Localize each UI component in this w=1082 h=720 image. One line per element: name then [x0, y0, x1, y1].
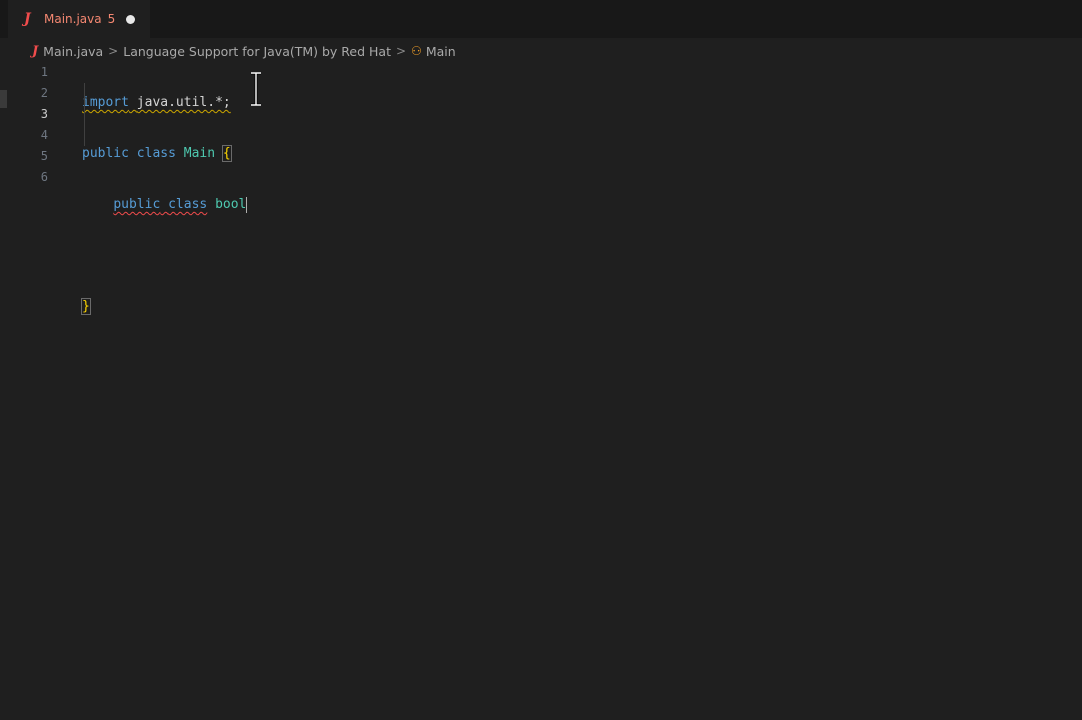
keyword-public: public — [113, 197, 161, 212]
tab-main-java[interactable]: J Main.java 5 — [8, 0, 150, 38]
code-area[interactable]: import java.util.*; public class Main { … — [81, 62, 248, 398]
keyword-class: class — [136, 146, 176, 161]
package-name: java.util.*; — [136, 95, 231, 110]
code-line-5[interactable]: } — [81, 296, 247, 317]
keyword-public: public — [82, 146, 129, 161]
code-line-2[interactable]: public class Main { — [82, 143, 247, 164]
keyword-class: class — [168, 197, 208, 212]
chevron-right-icon: > — [395, 44, 407, 58]
line-number: 4 — [40, 128, 48, 142]
breadcrumb-class[interactable]: Main — [426, 44, 456, 59]
problem-count-badge: 5 — [107, 12, 116, 26]
breadcrumb-file[interactable]: Main.java — [43, 44, 103, 59]
ibeam-cursor-icon — [251, 72, 261, 106]
line-number-active: 3 — [40, 107, 48, 121]
open-brace: { — [221, 145, 232, 162]
line-number: 5 — [40, 149, 48, 163]
typed-identifier: bool — [215, 197, 247, 212]
code-line-1[interactable]: import java.util.*; — [82, 92, 247, 113]
vscode-window: J Main.java 5 J Main.java > Language Sup… — [0, 0, 1082, 720]
code-line-4[interactable] — [82, 245, 247, 266]
breadcrumb: J Main.java > Language Support for Java(… — [0, 40, 1082, 62]
line-number: 6 — [40, 170, 48, 184]
chevron-right-icon: > — [108, 44, 119, 58]
java-icon: J — [24, 11, 31, 27]
line-number-gutter: 1 2 3 4 5 6 — [0, 62, 60, 188]
java-file-icon: J — [32, 43, 39, 59]
keyword-import: import — [82, 95, 129, 110]
indent-guide — [84, 83, 85, 146]
class-symbol-icon: ⚇ — [411, 44, 422, 58]
code-line-3[interactable]: public class bool — [82, 194, 248, 215]
text-cursor — [246, 196, 248, 213]
code-editor[interactable]: 1 2 3 4 5 6 import java.util.*; public c… — [0, 62, 1082, 720]
close-brace: } — [81, 298, 91, 315]
unsaved-dot-icon[interactable] — [126, 14, 136, 24]
line-number: 2 — [40, 86, 48, 100]
tab-bar: J Main.java 5 — [0, 0, 1082, 38]
tab-label: Main.java — [44, 12, 102, 26]
breadcrumb-extension[interactable]: Language Support for Java(TM) by Red Hat — [123, 44, 391, 59]
line-number: 1 — [40, 65, 48, 79]
code-line-6[interactable] — [82, 347, 247, 368]
class-name: Main — [183, 146, 216, 161]
